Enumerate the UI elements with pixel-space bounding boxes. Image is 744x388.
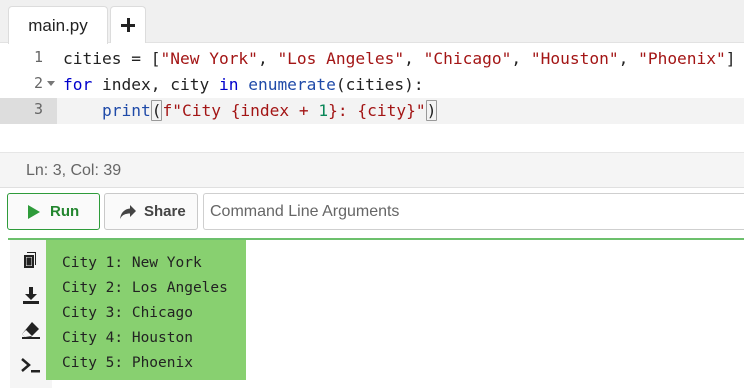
gutter-cell: 3 [0, 98, 57, 124]
copy-icon[interactable] [21, 250, 41, 270]
output-panel: City 1: New York City 2: Los Angeles City … [0, 235, 744, 388]
tab-main-py[interactable]: main.py [8, 6, 108, 44]
code-line[interactable]: 3 print(f"City {index + 1}: {city}") [0, 98, 744, 124]
output-line: City 1: New York [62, 255, 202, 271]
code-text: for index, city in enumerate(cities): [63, 73, 424, 97]
code-token: (cities): [335, 75, 424, 94]
code-token: ] [725, 49, 736, 68]
code-token: , [257, 49, 278, 68]
code-token: for [63, 75, 93, 94]
share-button[interactable]: Share [104, 193, 198, 230]
terminal-icon[interactable] [21, 355, 41, 375]
run-button[interactable]: Run [7, 193, 100, 230]
code-text: print(f"City {index + 1}: {city}") [63, 99, 438, 123]
code-token: "Phoenix" [638, 49, 726, 68]
output-line: City 4: Houston [62, 330, 193, 346]
code-editor[interactable]: 1 cities = ["New York", "Los Angeles", "C… [0, 44, 744, 152]
status-bar: Ln: 3, Col: 39 [0, 152, 744, 188]
code-token: in [218, 75, 239, 94]
plus-icon [121, 18, 135, 32]
code-token: "New York" [160, 49, 258, 68]
line-number: 1 [33, 48, 43, 66]
bracket-match: ( [150, 100, 163, 121]
code-token: "Houston" [530, 49, 619, 68]
code-line[interactable]: 1 cities = ["New York", "Los Angeles", "C… [0, 46, 744, 72]
code-token: enumerate [248, 75, 336, 94]
share-icon [120, 204, 136, 219]
code-token: f"City {index + [162, 101, 319, 120]
output-line: City 3: Chicago [62, 305, 193, 321]
code-line[interactable]: 2 for index, city in enumerate(cities): [0, 72, 744, 98]
code-token: print [101, 101, 151, 120]
bracket-match: ) [425, 100, 438, 121]
code-token: "Chicago" [423, 49, 512, 68]
code-token: cities = [ [63, 49, 161, 68]
command-line-arguments-input[interactable] [203, 193, 744, 230]
code-token: , [404, 49, 424, 68]
code-token: 1 [318, 101, 329, 120]
code-token: , [511, 49, 531, 68]
download-icon[interactable] [21, 285, 41, 305]
code-token: "Los Angeles" [277, 49, 405, 68]
fold-arrow-icon[interactable] [47, 81, 55, 86]
code-token: , [618, 49, 639, 68]
tab-bar: main.py [0, 0, 744, 44]
code-token: index, city [92, 75, 219, 94]
play-icon [28, 204, 40, 219]
code-token: }: {city}" [328, 101, 426, 120]
gutter-cell: 2 [0, 72, 57, 98]
action-bar: Run Share [0, 189, 744, 235]
share-button-label: Share [144, 203, 186, 220]
code-text: cities = ["New York", "Los Angeles", "Ch… [63, 47, 736, 71]
gutter-cell: 1 [0, 46, 57, 72]
add-file-button[interactable] [110, 6, 146, 43]
cursor-position: Ln: 3, Col: 39 [26, 162, 122, 179]
tab-file-name: main.py [28, 15, 88, 35]
run-button-label: Run [50, 203, 80, 220]
eraser-icon[interactable] [21, 320, 41, 340]
line-number: 2 [33, 74, 43, 92]
output-line: City 2: Los Angeles [62, 280, 228, 296]
output-line: City 5: Phoenix [62, 355, 193, 371]
line-number: 3 [33, 100, 43, 118]
